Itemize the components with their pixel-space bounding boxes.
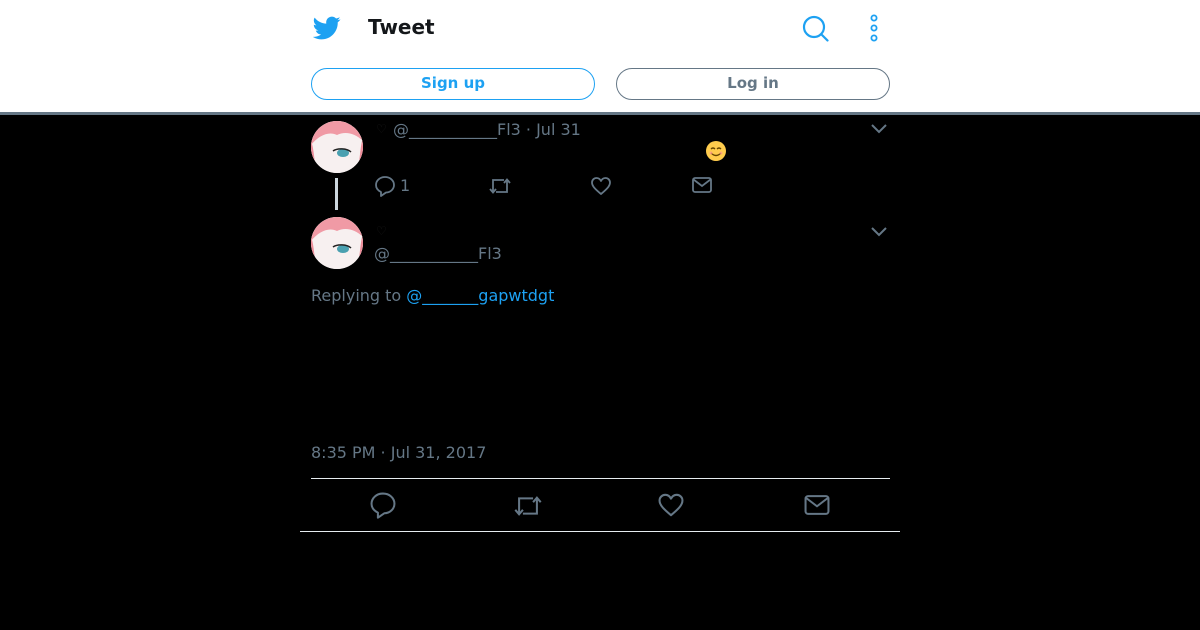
page-title: Tweet: [368, 15, 435, 39]
chevron-down-icon[interactable]: [870, 123, 888, 135]
replying-prefix: Replying to: [311, 286, 407, 305]
more-options-icon[interactable]: [866, 14, 882, 42]
retweet-icon[interactable]: [512, 492, 544, 520]
chevron-down-icon[interactable]: [870, 226, 888, 238]
reply-icon[interactable]: [374, 175, 396, 197]
tweet-handle-date[interactable]: @___________Fl3 · Jul 31: [393, 120, 581, 139]
retweet-icon[interactable]: [488, 175, 512, 197]
smiling-emoji-icon: [706, 141, 726, 161]
message-icon[interactable]: [803, 492, 831, 518]
heart-icon: ♡: [376, 224, 387, 238]
replying-to: Replying to @_______gapwtdgt: [311, 286, 554, 305]
divider: [300, 531, 900, 532]
reply-icon[interactable]: [369, 491, 397, 519]
avatar[interactable]: [311, 217, 363, 269]
divider: [311, 478, 890, 479]
avatar[interactable]: [311, 121, 363, 173]
heart-icon: ♡: [376, 122, 387, 136]
avatar-image: [311, 217, 363, 269]
tweet-handle[interactable]: @___________Fl3: [374, 244, 502, 263]
reply-count: 1: [400, 176, 411, 195]
login-button[interactable]: Log in: [616, 68, 890, 100]
avatar-image: [311, 121, 363, 173]
tweet-timestamp[interactable]: 8:35 PM · Jul 31, 2017: [311, 443, 486, 462]
twitter-bird-icon[interactable]: [313, 14, 341, 42]
message-icon[interactable]: [691, 175, 713, 195]
like-icon[interactable]: [590, 175, 612, 197]
replying-to-link[interactable]: @_______gapwtdgt: [406, 286, 554, 305]
thread-connector: [335, 178, 338, 210]
signup-button[interactable]: Sign up: [311, 68, 595, 100]
top-bar: Tweet Sign up Log in: [0, 0, 1200, 112]
header-divider: [0, 112, 1200, 115]
search-icon[interactable]: [802, 15, 829, 42]
like-icon[interactable]: [657, 491, 685, 519]
